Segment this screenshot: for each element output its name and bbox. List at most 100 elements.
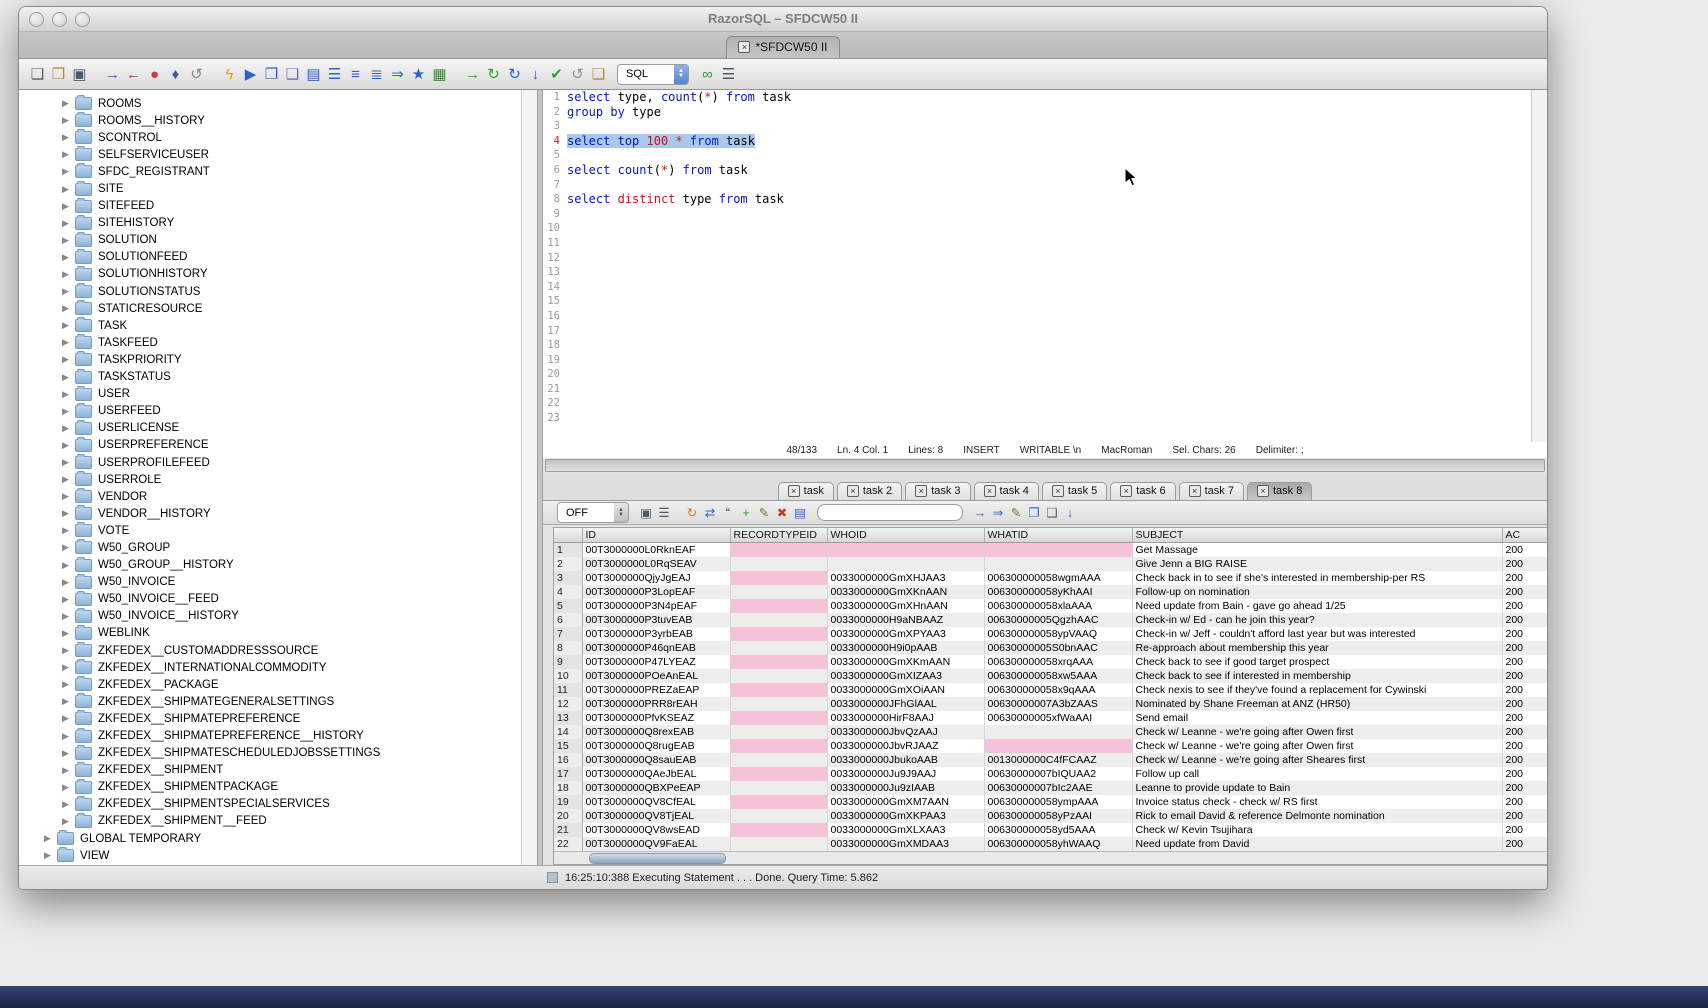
tree-item-zkfedex-shipment[interactable]: ▶ZKFEDEX__SHIPMENT — [19, 762, 537, 779]
grid-cell-id[interactable]: 00T3000000P3yrbEAB — [582, 627, 730, 641]
tree-item-zkfedex-shipmentspecialservices[interactable]: ▶ZKFEDEX__SHIPMENTSPECIALSERVICES — [19, 796, 537, 813]
stop-icon[interactable]: ● — [144, 66, 165, 83]
grid-cell-ac[interactable]: 200 — [1502, 809, 1548, 823]
grid-cell-what[interactable]: 006300000058yhWAAQ — [984, 837, 1132, 851]
grid-cell-subj[interactable]: Check w/ Leanne - we're going after Owen… — [1132, 725, 1502, 739]
grid-row[interactable]: 400T3000000P3LopEAF0033000000GmXKnAAN006… — [554, 585, 1548, 599]
grid-cell-ac[interactable]: 200 — [1502, 837, 1548, 851]
undo-icon[interactable]: ↺ — [567, 65, 588, 83]
grid-cell-what[interactable] — [984, 739, 1132, 753]
grid-cell-id[interactable]: 00T3000000PfvKSEAZ — [582, 711, 730, 725]
column-header-id[interactable]: ID — [582, 528, 730, 543]
grid-cell-id[interactable]: 00T3000000P46qnEAB — [582, 641, 730, 655]
grid-row[interactable]: 1800T3000000QBXPeEAP0033000000Ju9zIAAB00… — [554, 781, 1548, 795]
tree-item-w50-invoice-feed[interactable]: ▶W50_INVOICE__FEED — [19, 591, 537, 608]
grid-row[interactable]: 900T3000000P47LYEAZ0033000000GmXKmAAN006… — [554, 655, 1548, 669]
grid-cell-what[interactable]: 006300000058yd5AAA — [984, 823, 1132, 837]
grid-horizontal-scrollbar[interactable] — [554, 851, 1548, 864]
result-tab-task-3[interactable]: ×task 3 — [905, 482, 970, 500]
run-selection-icon[interactable]: → — [462, 66, 483, 83]
tree-item-sitefeed[interactable]: ▶SITEFEED — [19, 198, 537, 215]
grid-cell-id[interactable]: 00T3000000P47LYEAZ — [582, 655, 730, 669]
grid-cell-subj[interactable]: Check back to see if interested in membe… — [1132, 669, 1502, 683]
row-number-cell[interactable]: 16 — [554, 753, 582, 767]
row-number-header[interactable] — [554, 528, 582, 543]
editor-line[interactable]: 9 — [543, 207, 1547, 222]
editor-line[interactable]: 12 — [543, 251, 1547, 266]
sessions-icon[interactable]: ∞ — [697, 66, 718, 83]
refresh-results-icon[interactable]: ↻ — [683, 505, 701, 520]
row-number-cell[interactable]: 4 — [554, 585, 582, 599]
disclosure-triangle-icon[interactable]: ▶ — [62, 269, 75, 280]
disclosure-triangle-icon[interactable]: ▶ — [44, 850, 57, 861]
check-syntax-icon[interactable]: ✔ — [546, 65, 567, 83]
disclosure-triangle-icon[interactable]: ▶ — [62, 611, 75, 622]
disclosure-triangle-icon[interactable]: ▶ — [62, 508, 75, 519]
tree-item-vendor-history[interactable]: ▶VENDOR__HISTORY — [19, 505, 537, 522]
grid-cell-id[interactable]: 00T3000000QBXPeEAP — [582, 781, 730, 795]
editor-line[interactable]: 14 — [543, 280, 1547, 295]
grid-row[interactable]: 1900T3000000QV8CfEAL0033000000GmXM7AAN00… — [554, 795, 1548, 809]
disclosure-triangle-icon[interactable]: ▶ — [62, 679, 75, 690]
grid-cell-who[interactable]: 0033000000JbukoAAB — [827, 753, 984, 767]
grid-cell-id[interactable]: 00T3000000QV8wsEAD — [582, 823, 730, 837]
grid-cell-ac[interactable]: 200 — [1502, 711, 1548, 725]
grid-cell-rt[interactable] — [730, 683, 827, 697]
grid-cell-ac[interactable]: 200 — [1502, 697, 1548, 711]
grid-cell-subj[interactable]: Re-approach about membership this year — [1132, 641, 1502, 655]
results-search-input[interactable] — [817, 504, 963, 521]
tree-item-scontrol[interactable]: ▶SCONTROL — [19, 129, 537, 146]
close-window-button[interactable] — [29, 12, 44, 27]
disclosure-triangle-icon[interactable]: ▶ — [62, 372, 75, 383]
sql-editor[interactable]: 1select type, count(*) from task2group b… — [543, 90, 1547, 442]
row-number-cell[interactable]: 1 — [554, 543, 582, 558]
grid-cell-id[interactable]: 00T3000000L0RqSEAV — [582, 557, 730, 571]
grid-cell-ac[interactable]: 200 — [1502, 655, 1548, 669]
grid-cell-rt[interactable] — [730, 627, 827, 641]
fetch-more-icon[interactable]: ↓ — [525, 66, 546, 83]
disclosure-triangle-icon[interactable]: ▶ — [62, 525, 75, 536]
filter-columns-icon[interactable]: ☰ — [655, 505, 673, 520]
grid-cell-what[interactable]: 006300000058xw5AAA — [984, 669, 1132, 683]
row-number-cell[interactable]: 19 — [554, 795, 582, 809]
disclosure-triangle-icon[interactable]: ▶ — [62, 115, 75, 126]
zoom-window-button[interactable] — [75, 12, 90, 27]
grid-cell-id[interactable]: 00T3000000Q8rugEAB — [582, 739, 730, 753]
grid-cell-subj[interactable]: Need update from Bain - gave go ahead 1/… — [1132, 599, 1502, 613]
row-number-cell[interactable]: 15 — [554, 739, 582, 753]
close-result-tab-icon[interactable]: × — [915, 485, 927, 497]
grid-cell-ac[interactable]: 200 — [1502, 613, 1548, 627]
grid-cell-ac[interactable]: 200 — [1502, 683, 1548, 697]
document-tab[interactable]: × *SFDCW50 II — [726, 36, 839, 58]
grid-cell-ac[interactable]: 200 — [1502, 585, 1548, 599]
new-file-icon[interactable]: ❏ — [27, 65, 48, 83]
quote-icon[interactable]: “ — [719, 506, 737, 520]
editor-line[interactable]: 11 — [543, 236, 1547, 251]
refresh-icon[interactable]: ↻ — [504, 65, 525, 83]
grid-cell-ac[interactable]: 200 — [1502, 823, 1548, 837]
grid-cell-rt[interactable] — [730, 697, 827, 711]
disclosure-triangle-icon[interactable]: ▶ — [62, 731, 75, 742]
execute-file-icon[interactable]: ▶ — [240, 65, 261, 83]
editor-line[interactable]: 5 — [543, 148, 1547, 163]
grid-cell-who[interactable]: 0033000000H9aNBAAZ — [827, 613, 984, 627]
column-header-recordtypeid[interactable]: RECORDTYPEID — [730, 528, 827, 543]
editor-line[interactable]: 10 — [543, 221, 1547, 236]
disclosure-triangle-icon[interactable]: ▶ — [62, 406, 75, 417]
grid-cell-what[interactable] — [984, 557, 1132, 571]
grid-cell-rt[interactable] — [730, 767, 827, 781]
grid-cell-ac[interactable]: 200 — [1502, 557, 1548, 571]
grid-cell-rt[interactable] — [730, 543, 827, 558]
tree-item-userfeed[interactable]: ▶USERFEED — [19, 403, 537, 420]
grid-cell-id[interactable]: 00T3000000P3N4pEAF — [582, 599, 730, 613]
grid-cell-what[interactable]: 006300000058xlaAAA — [984, 599, 1132, 613]
grid-cell-who[interactable]: 0033000000Ju9zIAAB — [827, 781, 984, 795]
minimize-window-button[interactable] — [52, 12, 67, 27]
editor-line[interactable]: 16 — [543, 309, 1547, 324]
grid-cell-what[interactable]: 006300000058yPzAAI — [984, 809, 1132, 823]
grid-cell-subj[interactable]: Leanne to provide update to Bain — [1132, 781, 1502, 795]
editor-line[interactable]: 8select distinct type from task — [543, 192, 1547, 207]
tree-item-taskfeed[interactable]: ▶TASKFEED — [19, 334, 537, 351]
row-number-cell[interactable]: 13 — [554, 711, 582, 725]
row-number-cell[interactable]: 3 — [554, 571, 582, 585]
